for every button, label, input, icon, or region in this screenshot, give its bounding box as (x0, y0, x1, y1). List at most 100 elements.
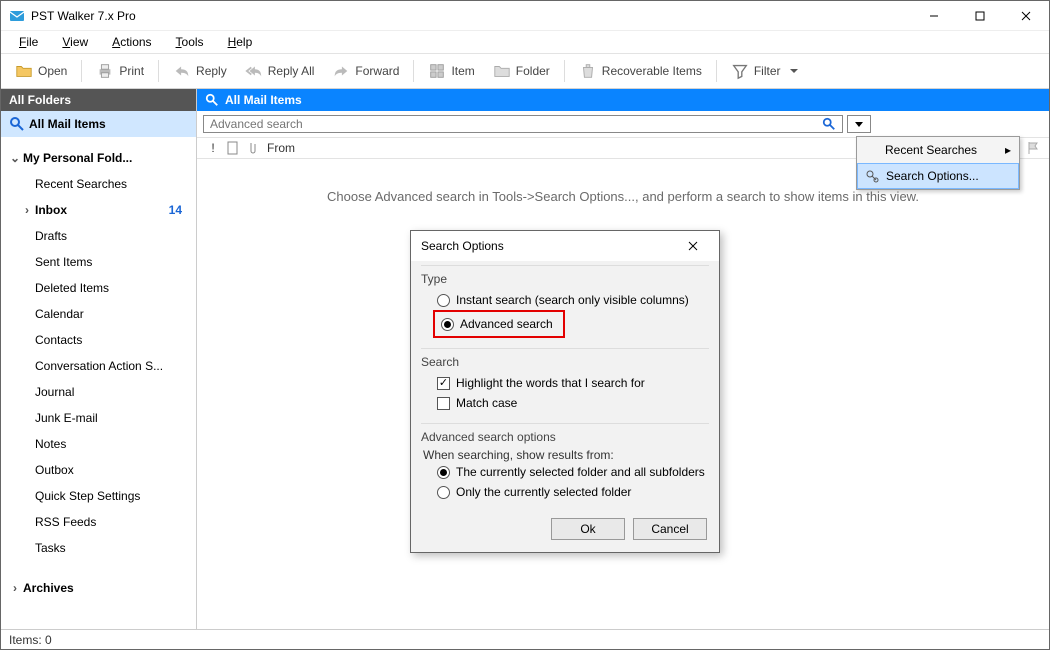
group-advanced-label: Advanced search options (421, 430, 709, 444)
sidebar-folder-item[interactable]: Tasks (1, 535, 196, 561)
sidebar-folder-item[interactable]: Junk E-mail (1, 405, 196, 431)
reply-all-button[interactable]: Reply All (237, 56, 323, 86)
group-search-label: Search (421, 355, 709, 369)
folder-label: Sent Items (35, 255, 188, 269)
chevron-down-icon: ⌄ (9, 151, 21, 165)
toolbar: Open Print Reply Reply All Forward Item … (1, 53, 1049, 89)
sidebar-folder-item[interactable]: Recent Searches (1, 171, 196, 197)
checkbox-match-case[interactable]: Match case (421, 393, 709, 413)
sidebar-folder-item[interactable]: ›Inbox14 (1, 197, 196, 223)
app-icon (9, 8, 25, 24)
app-title: PST Walker 7.x Pro (31, 9, 911, 23)
sidebar-folder-item[interactable]: Contacts (1, 327, 196, 353)
reply-button[interactable]: Reply (165, 56, 235, 86)
chevron-icon: › (21, 203, 33, 217)
radio-instant-search[interactable]: Instant search (search only visible colu… (421, 290, 709, 310)
magnifier-icon (205, 93, 219, 107)
sidebar-folder-item[interactable]: Sent Items (1, 249, 196, 275)
chevron-down-icon (790, 69, 798, 73)
chevron-right-icon: ▸ (1005, 143, 1011, 157)
sidebar-folder-item[interactable]: RSS Feeds (1, 509, 196, 535)
radio-all-subfolders[interactable]: The currently selected folder and all su… (421, 462, 709, 482)
sidebar-folder-item[interactable]: Notes (1, 431, 196, 457)
recoverable-items-button[interactable]: Recoverable Items (571, 56, 710, 86)
paperclip-icon (247, 141, 259, 155)
funnel-icon (731, 62, 749, 80)
status-items: Items: 0 (9, 633, 52, 647)
sidebar-folder-item[interactable]: Quick Step Settings (1, 483, 196, 509)
folder-label: Tasks (35, 541, 188, 555)
sidebar: All Folders All Mail Items ⌄ My Personal… (1, 89, 197, 629)
sidebar-folder-item[interactable]: Deleted Items (1, 275, 196, 301)
filter-button[interactable]: Filter (723, 56, 806, 86)
radio-advanced-search[interactable]: Advanced search (435, 314, 553, 334)
search-icon[interactable] (822, 117, 836, 131)
cancel-button[interactable]: Cancel (633, 518, 707, 540)
search-dropdown-button[interactable] (847, 115, 871, 133)
magnifier-icon (9, 116, 25, 132)
statusbar: Items: 0 (1, 629, 1049, 649)
col-icon[interactable] (223, 141, 243, 155)
sidebar-folder-item[interactable]: Journal (1, 379, 196, 405)
folder-label: Notes (35, 437, 188, 451)
trash-restore-icon (579, 62, 597, 80)
menu-view[interactable]: View (54, 33, 96, 51)
forward-button[interactable]: Forward (324, 56, 407, 86)
folder-label: Journal (35, 385, 188, 399)
search-input[interactable] (210, 117, 822, 131)
chevron-down-icon (855, 122, 863, 127)
dialog-close-button[interactable] (677, 234, 709, 258)
checkbox-highlight-words[interactable]: Highlight the words that I search for (421, 373, 709, 393)
gear-search-icon (864, 168, 880, 184)
content-header: All Mail Items (197, 89, 1049, 111)
flag-icon (1027, 141, 1039, 155)
folder-label: Recent Searches (35, 177, 188, 191)
col-attachment[interactable] (243, 141, 263, 155)
dialog-title: Search Options (421, 239, 677, 253)
menubar: File View Actions Tools Help (1, 31, 1049, 53)
highlight-box-advanced: Advanced search (433, 310, 565, 338)
ok-button[interactable]: Ok (551, 518, 625, 540)
menu-actions[interactable]: Actions (104, 33, 159, 51)
folder-count: 14 (169, 203, 188, 217)
dropdown-recent-searches[interactable]: Recent Searches ▸ (857, 137, 1019, 163)
minimize-button[interactable] (911, 1, 957, 31)
sidebar-folder-item[interactable]: Calendar (1, 301, 196, 327)
close-button[interactable] (1003, 1, 1049, 31)
sidebar-folder-item[interactable]: Drafts (1, 223, 196, 249)
search-options-dialog: Search Options Type Instant search (sear… (410, 230, 720, 553)
reply-all-icon (245, 62, 263, 80)
folder-label: Calendar (35, 307, 188, 321)
forward-icon (332, 62, 350, 80)
folder-button[interactable]: Folder (485, 56, 558, 86)
sidebar-folder-item[interactable]: Outbox (1, 457, 196, 483)
folder-label: RSS Feeds (35, 515, 188, 529)
folder-label: Drafts (35, 229, 188, 243)
sidebar-personal-folders[interactable]: ⌄ My Personal Fold... (1, 145, 196, 171)
col-from[interactable]: From (263, 141, 903, 155)
search-box[interactable] (203, 115, 843, 133)
folder-label: Quick Step Settings (35, 489, 188, 503)
menu-help[interactable]: Help (220, 33, 261, 51)
radio-only-selected-folder[interactable]: Only the currently selected folder (421, 482, 709, 502)
advanced-caption: When searching, show results from: (421, 448, 709, 462)
open-button[interactable]: Open (7, 56, 75, 86)
sidebar-all-mail-items[interactable]: All Mail Items (1, 111, 196, 137)
maximize-button[interactable] (957, 1, 1003, 31)
dropdown-search-options[interactable]: Search Options... (857, 163, 1019, 189)
menu-file[interactable]: File (11, 33, 46, 51)
search-dropdown-menu: Recent Searches ▸ Search Options... (856, 136, 1020, 190)
folder-label: Deleted Items (35, 281, 188, 295)
chevron-right-icon: › (9, 581, 21, 595)
page-icon (227, 141, 239, 155)
folder-label: Junk E-mail (35, 411, 188, 425)
folder-label: Contacts (35, 333, 188, 347)
item-button[interactable]: Item (420, 56, 482, 86)
search-row (197, 111, 1049, 137)
col-flag[interactable] (1023, 141, 1043, 155)
sidebar-folder-item[interactable]: Conversation Action S... (1, 353, 196, 379)
print-button[interactable]: Print (88, 56, 152, 86)
col-importance[interactable]: ! (203, 141, 223, 155)
menu-tools[interactable]: Tools (168, 33, 212, 51)
sidebar-archives[interactable]: › Archives (1, 575, 196, 601)
